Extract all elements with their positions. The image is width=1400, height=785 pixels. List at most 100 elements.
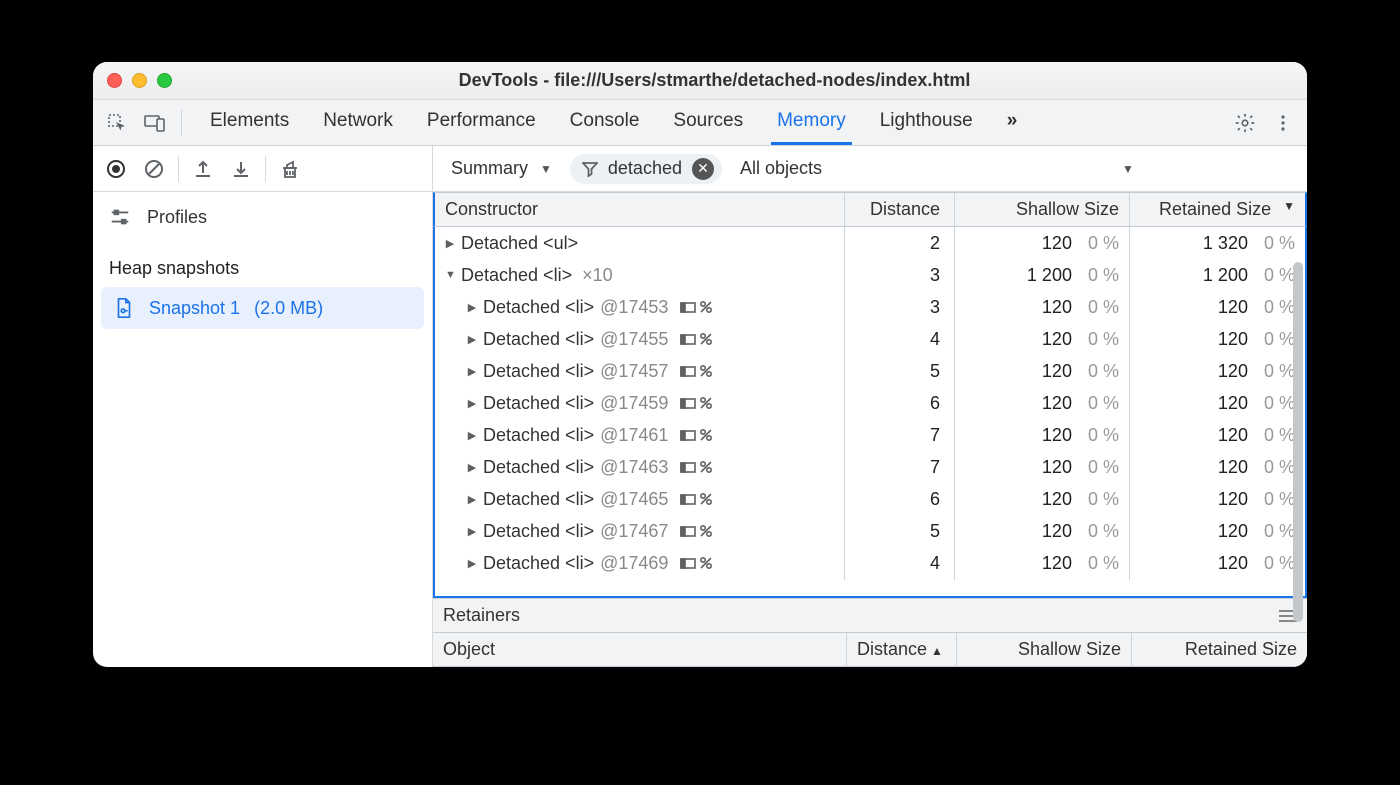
device-toolbar-icon[interactable] xyxy=(139,107,171,139)
shallow-value: 120 xyxy=(1042,425,1072,446)
shallow-value: 1 200 xyxy=(1027,265,1072,286)
tabs-overflow-button[interactable]: » xyxy=(1001,100,1024,145)
col-distance2[interactable]: Distance▲ xyxy=(847,633,957,666)
devtools-window: DevTools - file:///Users/stmarthe/detach… xyxy=(93,62,1307,667)
minimize-window-button[interactable] xyxy=(132,73,147,88)
table-row[interactable]: ▶ Detached <li> @17469 4 1200 % 1200 % xyxy=(435,547,1305,579)
record-icon[interactable] xyxy=(99,152,133,186)
col-shallow2[interactable]: Shallow Size xyxy=(957,633,1132,666)
distance-value: 4 xyxy=(930,329,940,349)
constructor-name: Detached <li> xyxy=(461,265,572,286)
expand-toggle-icon[interactable]: ▶ xyxy=(467,365,477,378)
devtools-tabbar: Elements Network Performance Console Sou… xyxy=(93,100,1307,146)
retained-pct: 0 % xyxy=(1264,393,1295,414)
col-object[interactable]: Object xyxy=(433,633,847,666)
tab-performance[interactable]: Performance xyxy=(421,100,542,145)
table-row[interactable]: ▶ Detached <li> @17455 4 1200 % 1200 % xyxy=(435,323,1305,355)
vertical-scrollbar[interactable] xyxy=(1293,262,1303,622)
expand-toggle-icon[interactable]: ▼ xyxy=(445,269,455,281)
table-row[interactable]: ▶ Detached <li> @17461 7 1200 % 1200 % xyxy=(435,419,1305,451)
tab-elements[interactable]: Elements xyxy=(204,100,295,145)
object-id: @17465 xyxy=(600,489,668,510)
table-row[interactable]: ▶ Detached <li> @17463 7 1200 % 1200 % xyxy=(435,451,1305,483)
constructor-name: Detached <li> xyxy=(483,361,594,382)
col-retained2[interactable]: Retained Size xyxy=(1132,633,1307,666)
table-row[interactable]: ▶ Detached <li> @17453 3 1200 % 1200 % xyxy=(435,291,1305,323)
sliders-icon xyxy=(109,206,131,228)
retained-pct: 0 % xyxy=(1264,265,1295,286)
retainers-header[interactable]: Retainers xyxy=(433,598,1307,632)
table-row[interactable]: ▼ Detached <li> ×10 3 1 2000 % 1 2000 % xyxy=(435,259,1305,291)
distance-value: 3 xyxy=(930,297,940,317)
expand-toggle-icon[interactable]: ▶ xyxy=(467,301,477,314)
kebab-menu-icon[interactable] xyxy=(1267,107,1299,139)
tab-lighthouse[interactable]: Lighthouse xyxy=(874,100,979,145)
col-constructor[interactable]: Constructor xyxy=(435,193,845,226)
expand-toggle-icon[interactable]: ▶ xyxy=(467,493,477,506)
shallow-pct: 0 % xyxy=(1088,361,1119,382)
zoom-window-button[interactable] xyxy=(157,73,172,88)
table-row[interactable]: ▶ Detached <li> @17459 6 1200 % 1200 % xyxy=(435,387,1305,419)
tab-console[interactable]: Console xyxy=(564,100,646,145)
grid-body[interactable]: ▶ Detached <ul> 2 1200 % 1 3200 % ▼ Deta… xyxy=(433,227,1307,598)
clear-filter-icon[interactable]: ✕ xyxy=(692,158,714,180)
retained-value: 120 xyxy=(1218,553,1248,574)
close-window-button[interactable] xyxy=(107,73,122,88)
tab-memory[interactable]: Memory xyxy=(771,100,852,145)
scope-dropdown[interactable]: All objects ▼ xyxy=(740,158,1134,179)
retained-value: 120 xyxy=(1218,393,1248,414)
expand-toggle-icon[interactable]: ▶ xyxy=(467,557,477,570)
import-icon[interactable] xyxy=(224,152,258,186)
col-retained[interactable]: Retained Size▼ xyxy=(1130,193,1305,226)
inspect-element-icon[interactable] xyxy=(101,107,133,139)
collect-garbage-icon[interactable] xyxy=(273,152,307,186)
profiles-label: Profiles xyxy=(147,207,207,228)
constructor-name: Detached <li> xyxy=(483,489,594,510)
table-row[interactable]: ▶ Detached <li> @17467 5 1200 % 1200 % xyxy=(435,515,1305,547)
expand-toggle-icon[interactable]: ▶ xyxy=(467,333,477,346)
distance-value: 3 xyxy=(930,265,940,285)
expand-toggle-icon[interactable]: ▶ xyxy=(445,237,455,250)
constructor-name: Detached <li> xyxy=(483,329,594,350)
snapshot-item[interactable]: Snapshot 1 (2.0 MB) xyxy=(101,287,424,329)
retained-pct: 0 % xyxy=(1264,297,1295,318)
shallow-value: 120 xyxy=(1042,521,1072,542)
retained-pct: 0 % xyxy=(1264,553,1295,574)
col-shallow[interactable]: Shallow Size xyxy=(955,193,1130,226)
shallow-pct: 0 % xyxy=(1088,393,1119,414)
shallow-value: 120 xyxy=(1042,233,1072,254)
class-filter[interactable]: detached ✕ xyxy=(570,154,722,184)
tab-sources[interactable]: Sources xyxy=(667,100,749,145)
export-icon[interactable] xyxy=(186,152,220,186)
clear-icon[interactable] xyxy=(137,152,171,186)
memory-sidebar: Profiles Heap snapshots Snapshot 1 (2.0 … xyxy=(93,146,433,667)
distance-value: 7 xyxy=(930,425,940,445)
shallow-value: 120 xyxy=(1042,489,1072,510)
tab-network[interactable]: Network xyxy=(317,100,399,145)
grid-header: Constructor Distance Shallow Size Retain… xyxy=(433,192,1307,227)
view-dropdown[interactable]: Summary ▼ xyxy=(445,154,558,183)
distance-value: 5 xyxy=(930,521,940,541)
chevron-down-icon: ▼ xyxy=(1122,162,1134,176)
settings-gear-icon[interactable] xyxy=(1229,107,1261,139)
shallow-pct: 0 % xyxy=(1088,329,1119,350)
constructor-name: Detached <li> xyxy=(483,393,594,414)
profiles-header[interactable]: Profiles xyxy=(93,192,432,242)
expand-toggle-icon[interactable]: ▶ xyxy=(467,429,477,442)
heap-snapshots-label: Heap snapshots xyxy=(93,242,432,287)
expand-toggle-icon[interactable]: ▶ xyxy=(467,397,477,410)
col-distance[interactable]: Distance xyxy=(845,193,955,226)
shallow-value: 120 xyxy=(1042,297,1072,318)
distance-value: 5 xyxy=(930,361,940,381)
table-row[interactable]: ▶ Detached <li> @17465 6 1200 % 1200 % xyxy=(435,483,1305,515)
shallow-pct: 0 % xyxy=(1088,457,1119,478)
memory-main: Summary ▼ detached ✕ All objects ▼ Const… xyxy=(433,146,1307,667)
retained-pct: 0 % xyxy=(1264,457,1295,478)
expand-toggle-icon[interactable]: ▶ xyxy=(467,461,477,474)
view-dropdown-label: Summary xyxy=(451,158,528,179)
expand-toggle-icon[interactable]: ▶ xyxy=(467,525,477,538)
table-row[interactable]: ▶ Detached <li> @17457 5 1200 % 1200 % xyxy=(435,355,1305,387)
shallow-pct: 0 % xyxy=(1088,265,1119,286)
retained-value: 120 xyxy=(1218,361,1248,382)
table-row[interactable]: ▶ Detached <ul> 2 1200 % 1 3200 % xyxy=(435,227,1305,259)
